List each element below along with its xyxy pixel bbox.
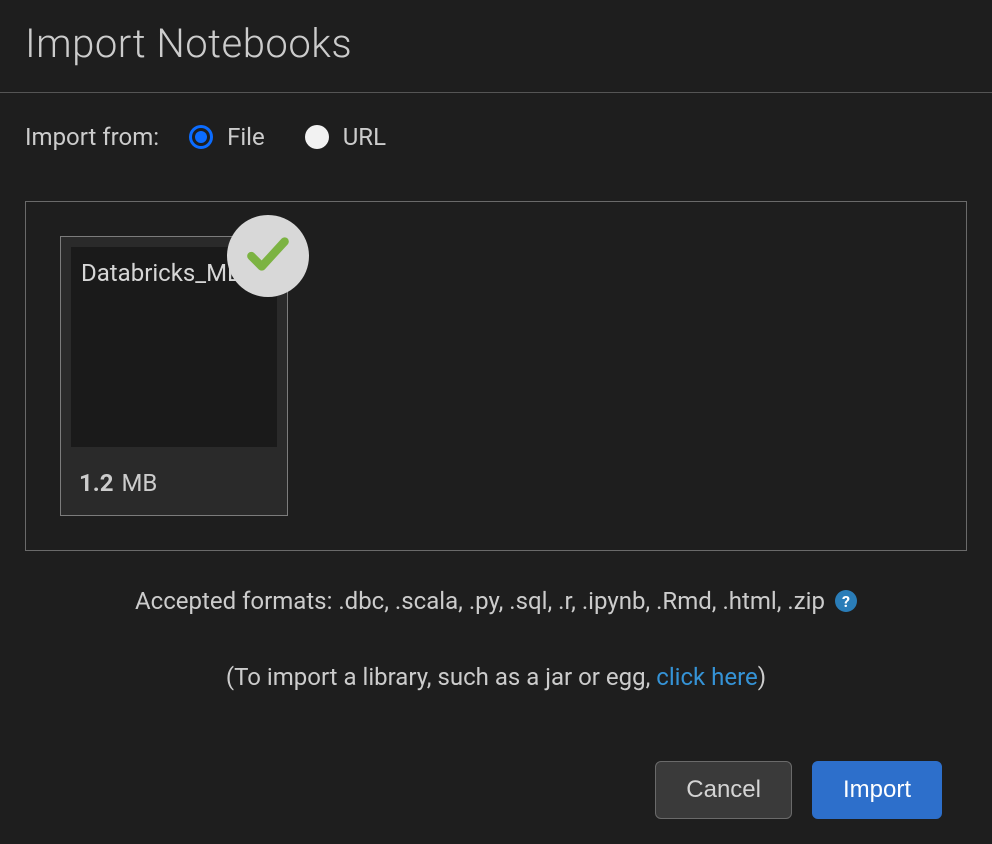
radio-label-file: File — [227, 123, 265, 151]
import-source-radio-group: File URL — [189, 123, 386, 151]
file-name: Databricks_ML — [81, 259, 240, 287]
dialog-body: Import from: File URL Databricks_ML 1.2 … — [0, 93, 992, 844]
library-import-hint: (To import a library, such as a jar or e… — [25, 663, 967, 691]
dialog-title: Import Notebooks — [25, 20, 967, 67]
dialog-footer: Cancel Import — [25, 731, 967, 819]
radio-option-file[interactable]: File — [189, 123, 265, 151]
radio-option-url[interactable]: URL — [305, 123, 386, 151]
upload-success-badge — [227, 215, 309, 297]
accepted-formats-text: Accepted formats: .dbc, .scala, .py, .sq… — [135, 587, 825, 615]
import-from-row: Import from: File URL — [25, 123, 967, 151]
radio-label-url: URL — [343, 123, 386, 151]
dialog-header: Import Notebooks — [0, 0, 992, 93]
library-hint-suffix: ) — [758, 663, 766, 691]
import-library-link[interactable]: click here — [656, 663, 758, 691]
help-icon[interactable]: ? — [835, 590, 857, 612]
radio-icon — [189, 125, 213, 149]
import-from-label: Import from: — [25, 123, 159, 151]
file-size-unit: MB — [121, 469, 157, 497]
library-hint-prefix: (To import a library, such as a jar or e… — [226, 663, 656, 691]
check-icon — [243, 229, 293, 283]
import-button[interactable]: Import — [812, 761, 942, 819]
file-dropzone[interactable]: Databricks_ML 1.2 MB — [25, 201, 967, 551]
uploaded-file-card[interactable]: Databricks_ML 1.2 MB — [60, 236, 288, 516]
accepted-formats-hint: Accepted formats: .dbc, .scala, .py, .sq… — [25, 587, 967, 615]
cancel-button[interactable]: Cancel — [655, 761, 792, 819]
file-size: 1.2 MB — [71, 447, 277, 503]
radio-icon — [305, 125, 329, 149]
file-size-value: 1.2 — [79, 469, 114, 497]
